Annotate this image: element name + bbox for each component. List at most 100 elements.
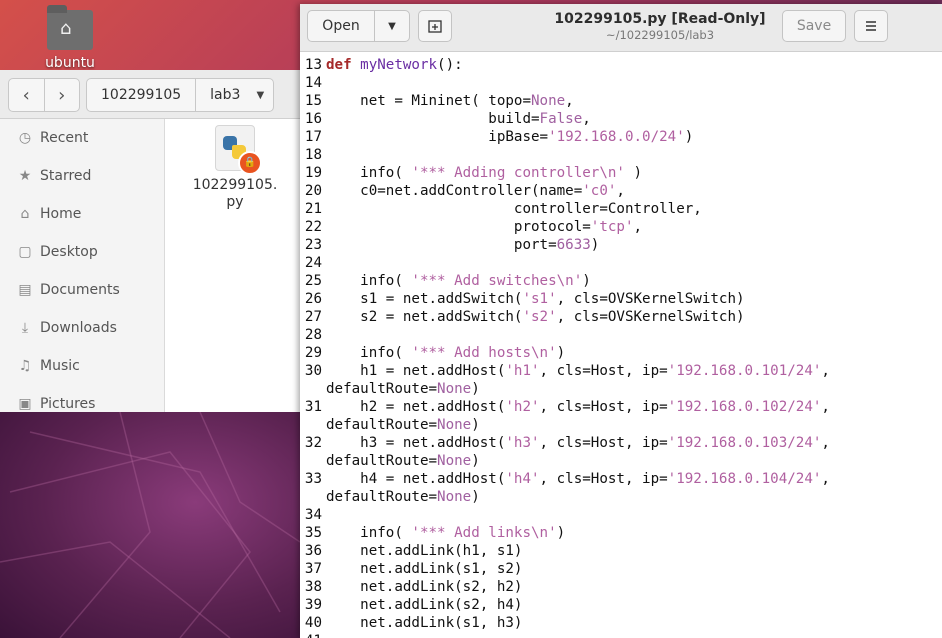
code-token: None: [531, 93, 566, 109]
open-button[interactable]: Open ▼: [307, 10, 410, 42]
code-line: info( '*** Add links\n'): [326, 524, 565, 542]
sidebar-item-recent[interactable]: ◷ Recent: [0, 119, 164, 157]
file-name: 102299105. py: [192, 177, 278, 210]
code-token: h4 = net.addHost(: [326, 471, 506, 487]
line-number: 16: [304, 111, 322, 127]
line-number: 41: [300, 632, 322, 638]
code-line: info( '*** Add hosts\n'): [326, 344, 565, 362]
code-token: ,: [821, 363, 830, 379]
sidebar-item-label: Desktop: [40, 244, 98, 260]
code-token: protocol=: [326, 219, 591, 235]
line-number: 34: [304, 507, 322, 523]
code-line: h4 = net.addHost('h4', cls=Host, ip='192…: [326, 470, 830, 488]
wallpaper-pattern: [0, 412, 300, 638]
code-token: ,: [821, 471, 830, 487]
home-icon: ⌂: [20, 206, 30, 222]
path-segment-102299105[interactable]: 102299105: [87, 79, 195, 111]
code-token: 'h4': [505, 471, 540, 487]
code-token: ): [471, 489, 480, 505]
code-token: ): [556, 525, 566, 541]
line-number: 38: [304, 579, 322, 595]
code-token: , cls=Host, ip=: [539, 435, 668, 451]
document-icon: ▤: [18, 282, 32, 298]
line-number: 31: [304, 399, 322, 415]
code-token: , cls=OVSKernelSwitch): [556, 309, 745, 325]
code-token: , cls=Host, ip=: [539, 471, 668, 487]
chevron-down-icon[interactable]: ▼: [256, 90, 264, 101]
menu-icon: [866, 21, 876, 31]
line-number: 18: [304, 147, 322, 163]
line-number: 39: [304, 597, 322, 613]
sidebar-item-music[interactable]: ♫ Music: [0, 347, 164, 385]
sidebar-item-starred[interactable]: ★ Starred: [0, 157, 164, 195]
line-number: 17: [304, 129, 322, 145]
file-manager-window: ‹ › 102299105 lab3 ▼ ◷ Recent ★ Starred ⌂ H…: [0, 70, 300, 412]
line-number: 37: [304, 561, 322, 577]
code-token: myNetwork: [351, 57, 438, 73]
forward-button[interactable]: ›: [43, 79, 80, 111]
code-token: info(: [326, 525, 412, 541]
code-token: s1 = net.addSwitch(: [326, 291, 523, 307]
new-tab-icon: [428, 20, 442, 33]
sidebar-item-home[interactable]: ⌂ Home: [0, 195, 164, 233]
line-number: 24: [304, 255, 322, 271]
new-document-button[interactable]: [418, 10, 452, 42]
code-token: 6633: [556, 237, 591, 253]
sidebar-item-label: Pictures: [40, 396, 96, 412]
chevron-down-icon[interactable]: ▼: [375, 21, 409, 32]
sidebar-item-downloads[interactable]: ⤓ Downloads: [0, 309, 164, 347]
code-token: ): [471, 417, 480, 433]
code-editor[interactable]: 13 def myNetwork(): 14 15 net = Mininet( to…: [300, 52, 942, 638]
file-view: 🔒 102299105. py: [165, 119, 300, 412]
window-close-button[interactable]: [898, 15, 942, 37]
code-token: h2 = net.addHost(: [326, 399, 506, 415]
desktop-icon: ▢: [18, 244, 32, 260]
code-token: '192.168.0.0/24': [548, 129, 685, 145]
code-line: defaultRoute=None): [326, 488, 480, 506]
file-path: ~/102299105/lab3: [605, 28, 715, 42]
line-number: 29: [304, 345, 322, 361]
code-token: 'h2': [505, 399, 540, 415]
sidebar-item-label: Downloads: [40, 320, 117, 336]
desktop-home-folder[interactable]: ⌂ ubuntu: [40, 5, 100, 71]
star-icon: ★: [18, 168, 32, 184]
code-token: build=: [326, 111, 540, 127]
music-icon: ♫: [18, 358, 32, 374]
code-token: net.addLink(s1, h3): [326, 615, 523, 631]
sidebar-item-pictures[interactable]: ▣ Pictures: [0, 385, 164, 412]
code-line: defaultRoute=None): [326, 380, 480, 398]
sidebar-item-label: Recent: [40, 130, 89, 146]
open-label: Open: [308, 11, 375, 41]
code-line: defaultRoute=None): [326, 452, 480, 470]
code-token: port=: [326, 237, 557, 253]
code-token: ): [590, 237, 600, 253]
code-token: controller=Controller,: [326, 201, 702, 217]
code-token: ): [471, 453, 480, 469]
code-token: ): [684, 129, 694, 145]
code-line: info( '*** Adding controller\n' ): [326, 164, 642, 182]
code-token: 'tcp': [590, 219, 634, 235]
code-token: net.addLink(s1, s2): [326, 561, 523, 577]
line-number: 35: [304, 525, 322, 541]
code-token: ): [582, 273, 591, 289]
file-item[interactable]: 🔒 102299105. py: [190, 125, 280, 211]
line-number: 32: [304, 435, 322, 451]
code-line: s2 = net.addSwitch('s2', cls=OVSKernelSw…: [326, 308, 745, 326]
code-token: False: [539, 111, 583, 127]
code-token: '192.168.0.104/24': [667, 471, 822, 487]
code-token: net.addLink(s2, h4): [326, 597, 523, 613]
sidebar-item-documents[interactable]: ▤ Documents: [0, 271, 164, 309]
sidebar-item-label: Home: [40, 206, 82, 222]
sidebar-item-desktop[interactable]: ▢ Desktop: [0, 233, 164, 271]
code-token: '*** Adding controller\n': [411, 165, 625, 181]
back-button[interactable]: ‹: [9, 79, 44, 111]
code-token: net.addLink(s2, h2): [326, 579, 523, 595]
code-token: info(: [326, 345, 412, 361]
file-manager-sidebar: ◷ Recent ★ Starred ⌂ Home ▢ Desktop ▤ Documen…: [0, 119, 165, 412]
hamburger-menu-button[interactable]: [854, 10, 888, 42]
line-number: 23: [304, 237, 322, 253]
path-segment-lab3[interactable]: lab3 ▼: [195, 79, 278, 111]
code-line: protocol='tcp',: [326, 218, 642, 236]
code-line: net.addLink(s2, h4): [326, 596, 522, 614]
save-button[interactable]: Save: [782, 10, 846, 42]
